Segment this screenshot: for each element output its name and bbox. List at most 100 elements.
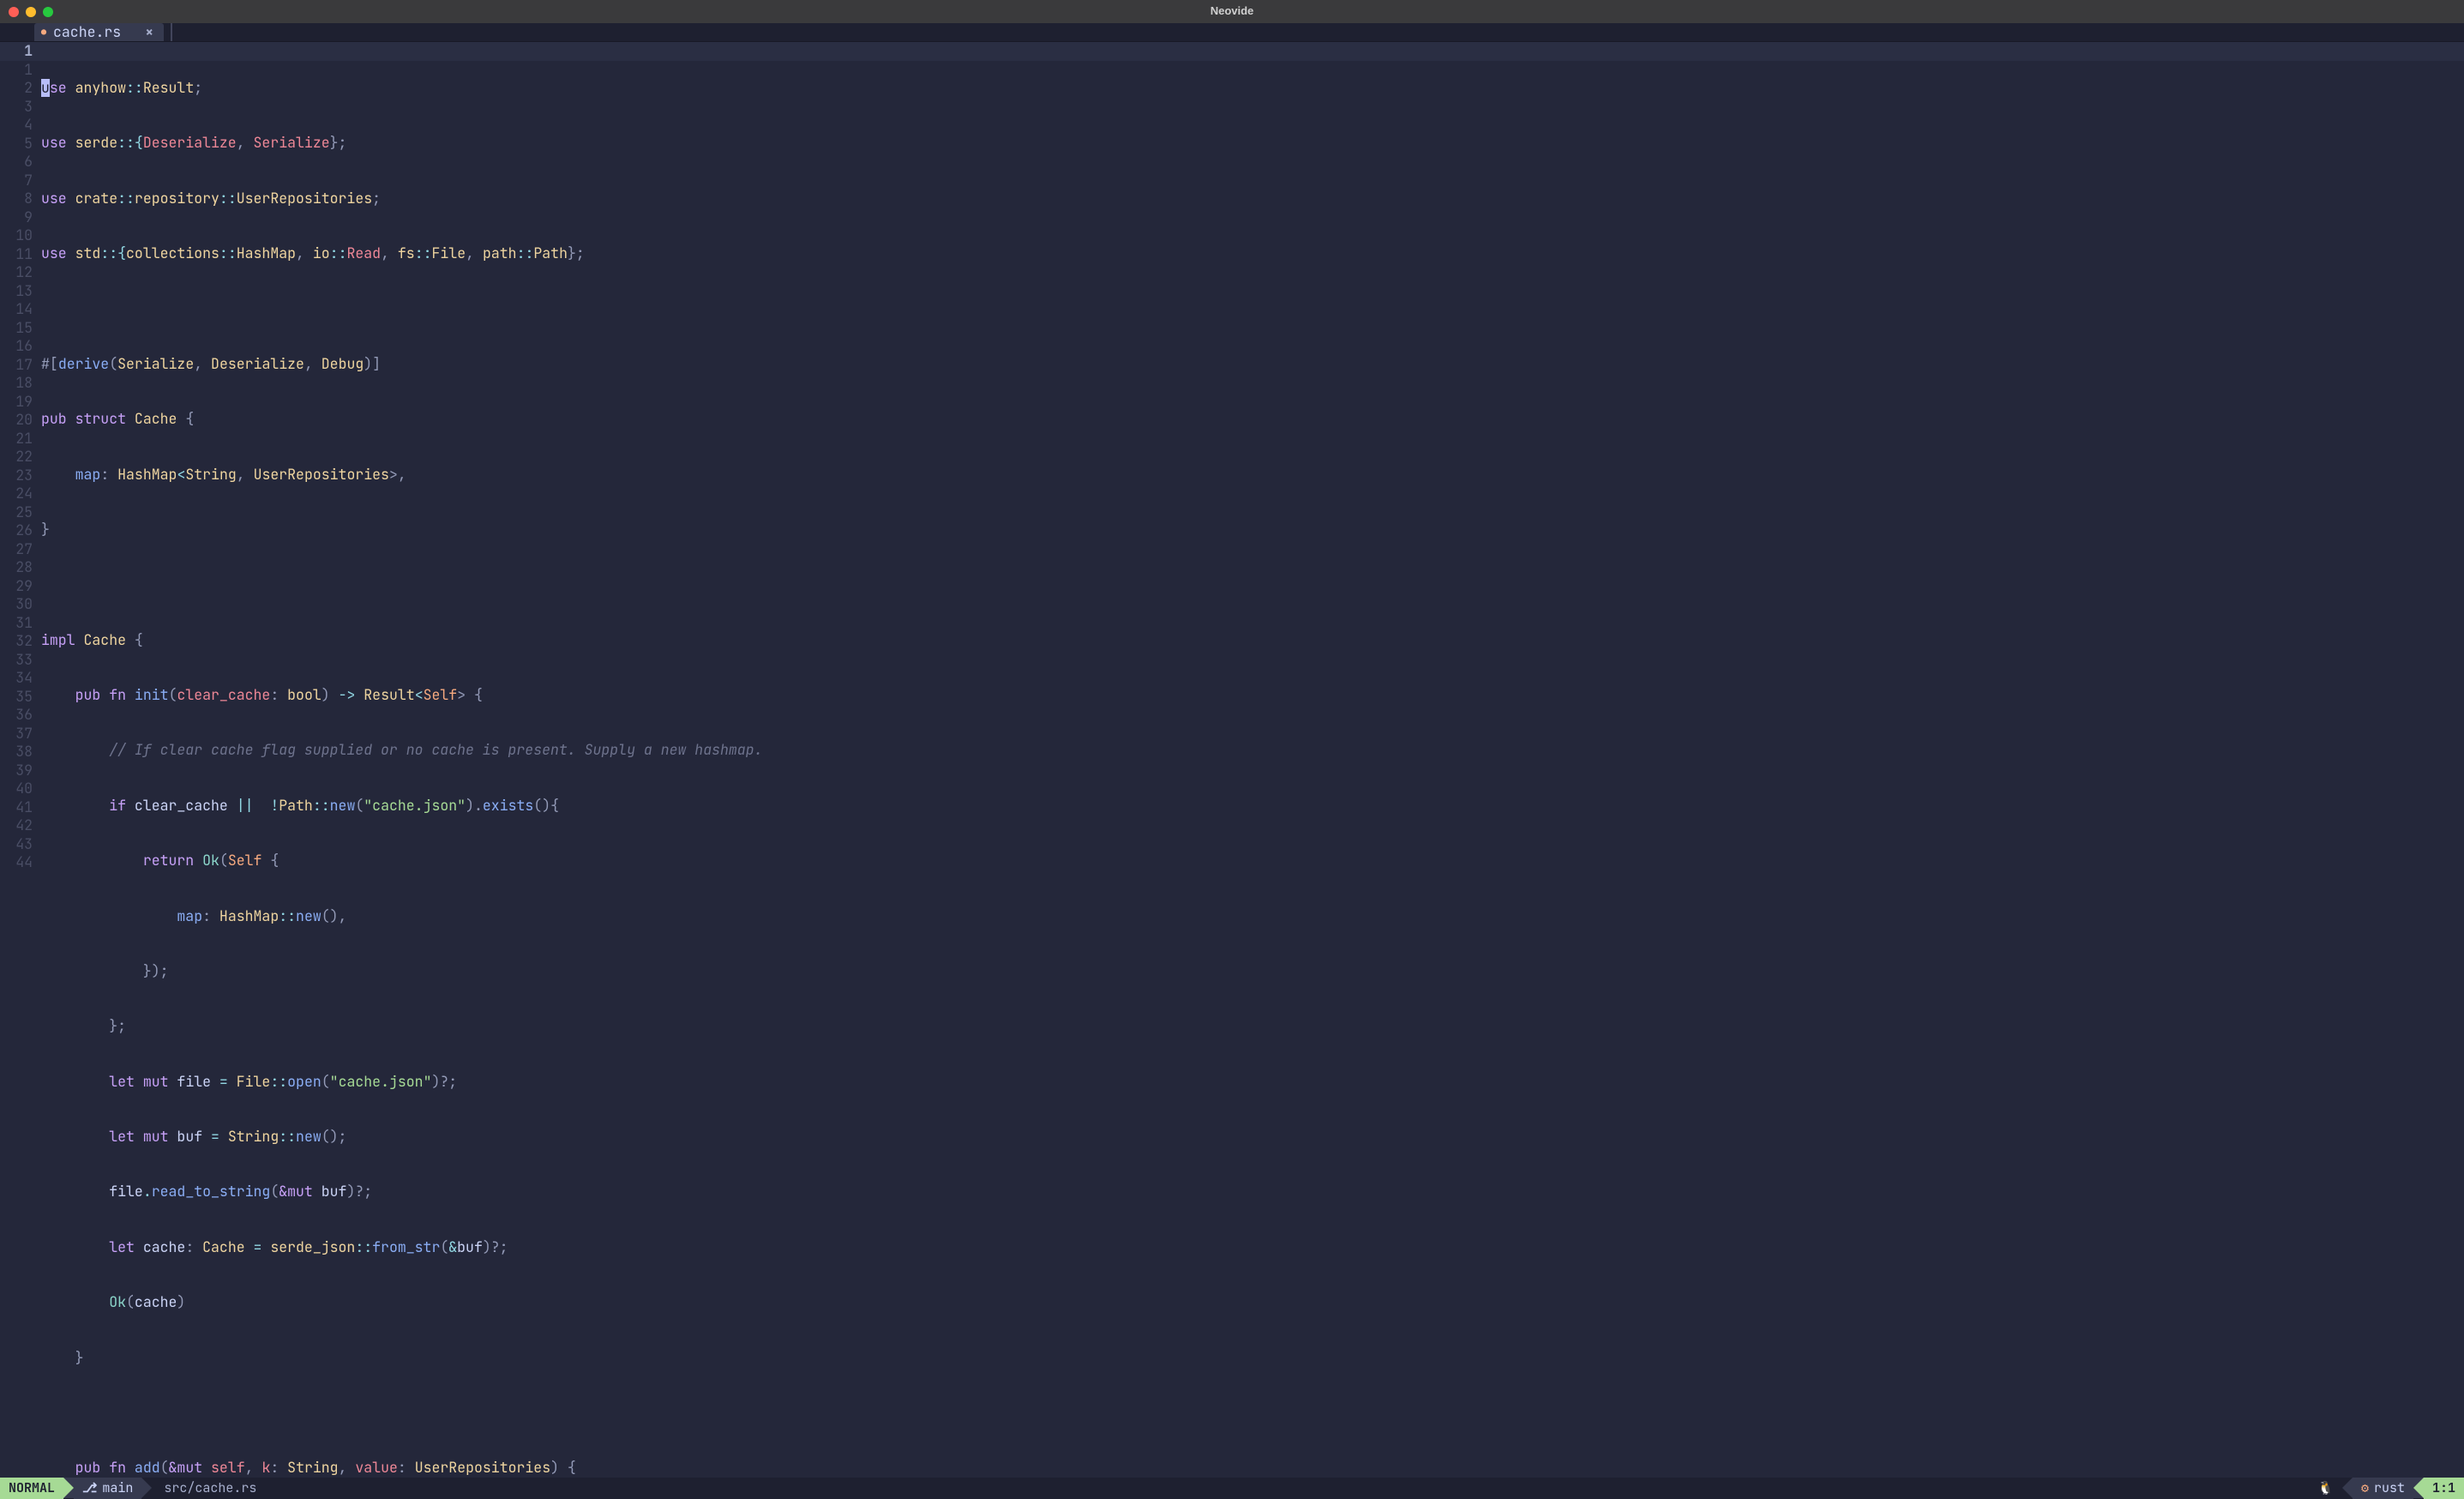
tab-cache-rs[interactable]: ● cache.rs × <box>34 23 164 41</box>
code-line: map: HashMap<String, UserRepositories>, <box>41 466 2464 485</box>
code-line: // If clear cache flag supplied or no ca… <box>41 741 2464 760</box>
filetype-segment: ⚙ rust <box>2353 1478 2413 1499</box>
line-number: 5 <box>0 135 38 154</box>
code-line <box>41 299 2464 318</box>
line-number: 21 <box>0 430 38 448</box>
code-line: return Ok(Self { <box>41 852 2464 870</box>
line-number-current: 1 <box>0 42 38 61</box>
os-indicator: 🐧 <box>2309 1478 2342 1499</box>
code-line: #[derive(Serialize, Deserialize, Debug)] <box>41 355 2464 374</box>
line-number: 3 <box>0 98 38 117</box>
window-controls <box>9 7 53 17</box>
statusline: NORMAL ⎇ main src/cache.rs 🐧 ⚙ rust 1:1 <box>0 1478 2464 1499</box>
code-line: } <box>41 521 2464 539</box>
code-line: pub fn init(clear_cache: bool) -> Result… <box>41 686 2464 705</box>
line-number: 37 <box>0 725 38 743</box>
file-path: src/cache.rs <box>152 1478 265 1499</box>
line-number: 36 <box>0 706 38 725</box>
tab-filename: cache.rs <box>53 23 121 41</box>
git-branch-name: main <box>102 1480 133 1497</box>
line-number-gutter: 1 1 2 3 4 5 6 7 8 9 10 11 12 13 14 15 16… <box>0 42 38 1478</box>
line-number: 32 <box>0 632 38 651</box>
line-number: 10 <box>0 226 38 245</box>
linux-icon: 🐧 <box>2317 1480 2334 1497</box>
code-line: use std::{collections::HashMap, io::Read… <box>41 244 2464 263</box>
code-line: use anyhow::Result; <box>41 79 2464 98</box>
code-line: use serde::{Deserialize, Serialize}; <box>41 134 2464 153</box>
cursor: u <box>41 79 50 98</box>
code-line: }; <box>41 1017 2464 1036</box>
line-number: 17 <box>0 356 38 375</box>
titlebar: Neovide <box>0 0 2464 23</box>
line-number: 19 <box>0 393 38 412</box>
tab-separator: │ <box>167 23 176 41</box>
separator-icon <box>2413 1478 2424 1498</box>
code-line: let cache: Cache = serde_json::from_str(… <box>41 1238 2464 1257</box>
line-number: 9 <box>0 208 38 227</box>
line-number: 41 <box>0 798 38 817</box>
line-number: 11 <box>0 245 38 264</box>
line-number: 7 <box>0 172 38 190</box>
tab-modified-icon: ● <box>41 27 46 38</box>
tabline: ● cache.rs × │ <box>0 23 2464 42</box>
line-number: 13 <box>0 282 38 301</box>
line-number: 12 <box>0 263 38 282</box>
code-line: impl Cache { <box>41 631 2464 650</box>
code-line: map: HashMap::new(), <box>41 907 2464 926</box>
cursor-position: 1:1 <box>2424 1478 2464 1499</box>
tab-close-icon[interactable]: × <box>145 23 153 41</box>
code-line: use crate::repository::UserRepositories; <box>41 190 2464 208</box>
line-number: 39 <box>0 762 38 780</box>
code-line: let mut buf = String::new(); <box>41 1128 2464 1147</box>
minimize-window-button[interactable] <box>26 7 36 17</box>
line-number: 43 <box>0 835 38 854</box>
git-branch-icon: ⎇ <box>82 1480 97 1497</box>
line-number: 1 <box>0 61 38 80</box>
app-title: Neovide <box>0 4 2464 19</box>
code-line: let mut file = File::open("cache.json")?… <box>41 1073 2464 1092</box>
line-number: 34 <box>0 669 38 688</box>
line-number: 35 <box>0 688 38 707</box>
line-number: 8 <box>0 190 38 208</box>
line-number: 18 <box>0 374 38 393</box>
line-number: 2 <box>0 79 38 98</box>
line-number: 15 <box>0 319 38 338</box>
line-number: 4 <box>0 116 38 135</box>
line-number: 24 <box>0 485 38 503</box>
code-line: pub fn add(&mut self, k: String, value: … <box>41 1459 2464 1478</box>
line-number: 23 <box>0 467 38 485</box>
line-number: 22 <box>0 448 38 467</box>
code-area[interactable]: use anyhow::Result; use serde::{Deserial… <box>41 42 2464 1478</box>
code-line <box>41 1404 2464 1423</box>
code-line <box>41 575 2464 594</box>
code-line: Ok(cache) <box>41 1293 2464 1312</box>
line-number: 16 <box>0 337 38 356</box>
line-number: 38 <box>0 743 38 762</box>
line-number: 27 <box>0 540 38 559</box>
maximize-window-button[interactable] <box>43 7 53 17</box>
code-line: pub struct Cache { <box>41 410 2464 429</box>
code-line: }); <box>41 962 2464 981</box>
code-line: if clear_cache || !Path::new("cache.json… <box>41 797 2464 816</box>
close-window-button[interactable] <box>9 7 19 17</box>
line-number: 44 <box>0 853 38 872</box>
filetype-label: rust <box>2374 1480 2405 1497</box>
code-line: } <box>41 1349 2464 1368</box>
git-branch-segment: ⎇ main <box>74 1478 141 1499</box>
separator-icon <box>63 1478 74 1498</box>
line-number: 28 <box>0 558 38 577</box>
line-number: 29 <box>0 577 38 596</box>
line-number: 26 <box>0 521 38 540</box>
line-number: 20 <box>0 411 38 430</box>
code-line: file.read_to_string(&mut buf)?; <box>41 1183 2464 1201</box>
separator-icon <box>141 1478 152 1498</box>
line-number: 31 <box>0 614 38 633</box>
line-number: 33 <box>0 651 38 670</box>
separator-icon <box>2342 1478 2353 1498</box>
line-number: 40 <box>0 780 38 798</box>
mode-indicator: NORMAL <box>0 1478 63 1499</box>
line-number: 30 <box>0 595 38 614</box>
editor-viewport[interactable]: 1 1 2 3 4 5 6 7 8 9 10 11 12 13 14 15 16… <box>0 42 2464 1478</box>
line-number: 14 <box>0 300 38 319</box>
rust-icon: ⚙ <box>2361 1480 2369 1497</box>
